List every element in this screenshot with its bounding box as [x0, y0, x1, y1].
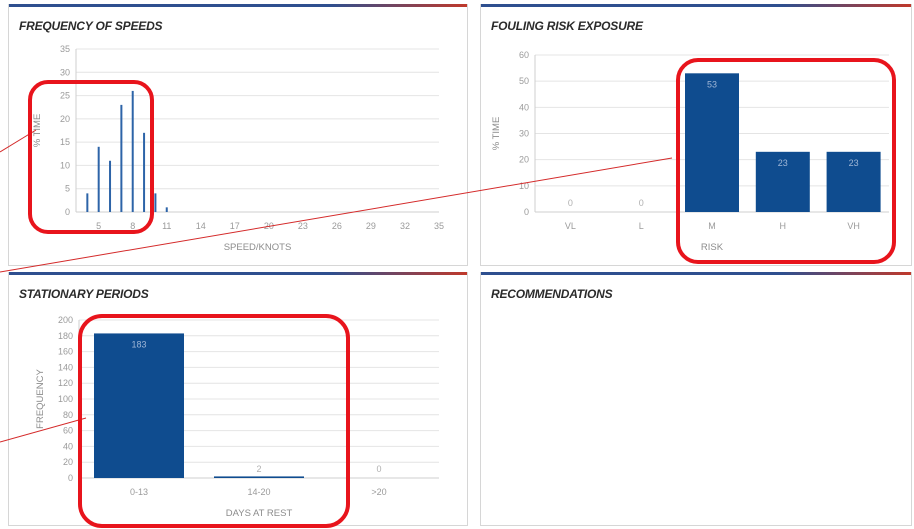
fouling-y-tick-label: 40 [519, 102, 529, 112]
fouling-data-label: 53 [707, 79, 717, 89]
speeds-bar [131, 90, 134, 212]
stationary-y-tick-label: 160 [58, 347, 73, 357]
recommendations-title: RECOMMENDATIONS [491, 287, 613, 301]
speeds-x-tick-label: 5 [96, 221, 101, 231]
stationary-y-tick-label: 60 [63, 426, 73, 436]
stationary-data-label: 0 [376, 464, 381, 474]
speeds-x-tick-label: 29 [366, 221, 376, 231]
fouling-y-tick-label: 10 [519, 181, 529, 191]
speeds-x-axis-title: SPEED/KNOTS [224, 242, 292, 253]
stationary-data-label: 2 [256, 464, 261, 474]
speeds-x-tick-label: 26 [332, 221, 342, 231]
speeds-bar [97, 146, 100, 212]
stationary-y-tick-label: 180 [58, 331, 73, 341]
speeds-x-tick-label: 35 [434, 221, 444, 231]
fouling-y-tick-label: 50 [519, 76, 529, 86]
fouling-x-tick-label: H [780, 221, 787, 231]
fouling-y-axis-title: % TIME [491, 117, 502, 151]
stationary-x-tick-label: 0-13 [130, 487, 148, 497]
speeds-x-tick-label: 32 [400, 221, 410, 231]
fouling-y-tick-label: 60 [519, 50, 529, 60]
fouling-data-label: 23 [849, 158, 859, 168]
stationary-bar [94, 333, 184, 478]
stationary-y-tick-label: 140 [58, 362, 73, 372]
stationary-y-tick-label: 0 [68, 473, 73, 483]
speeds-y-tick-label: 20 [60, 114, 70, 124]
speeds-y-tick-label: 15 [60, 137, 70, 147]
speeds-x-tick-label: 23 [298, 221, 308, 231]
fouling-x-tick-label: M [708, 221, 716, 231]
stationary-x-axis-title: DAYS AT REST [226, 508, 293, 519]
speeds-x-tick-label: 20 [264, 221, 274, 231]
stationary-y-tick-label: 40 [63, 441, 73, 451]
stationary-y-tick-label: 80 [63, 410, 73, 420]
stationary-y-tick-label: 20 [63, 457, 73, 467]
speeds-chart: 0 5 10 15 20 25 30 35 % TIME SPEED/KNOTS 5 8 11 14 17 2… [32, 44, 444, 253]
stationary-data-label: 183 [131, 339, 146, 349]
fouling-data-label: 23 [778, 158, 788, 168]
speeds-bar [143, 132, 146, 212]
speeds-y-tick-label: 5 [65, 184, 70, 194]
stationary-y-tick-label: 100 [58, 394, 73, 404]
speeds-x-tick-label: 17 [230, 221, 240, 231]
fouling-chart: 0 10 20 30 40 50 60 % TIME RISK 0 VL 0 L 53 M 23 H 23 VH [491, 50, 889, 253]
speeds-bar [120, 104, 123, 212]
stationary-chart: 020406080100120140160180200FREQUENCYDAYS… [35, 315, 439, 519]
stationary-x-tick-label: 14-20 [247, 487, 270, 497]
speeds-panel: FREQUENCY OF SPEEDS 0 5 10 15 20 25 30 35% TIME… [8, 4, 468, 266]
fouling-bar [685, 73, 739, 212]
speeds-x-tick-label: 11 [162, 221, 171, 231]
fouling-y-tick-label: 20 [519, 155, 529, 165]
speeds-bar [109, 160, 112, 212]
stationary-y-tick-label: 200 [58, 315, 73, 325]
speeds-x-tick-label: 8 [130, 221, 135, 231]
stationary-bar [214, 476, 304, 478]
stationary-y-axis-title: FREQUENCY [35, 369, 46, 429]
speeds-x-tick-label: 14 [196, 221, 206, 231]
speeds-y-tick-label: 35 [60, 44, 70, 54]
speeds-bar [154, 193, 157, 212]
fouling-data-label: 0 [639, 198, 644, 208]
speeds-bar [86, 193, 89, 212]
fouling-data-label: 0 [568, 198, 573, 208]
speeds-y-tick-label: 30 [60, 67, 70, 77]
fouling-panel: FOULING RISK EXPOSURE 0 10 20 30 40 50 60% TIM… [480, 4, 912, 266]
speeds-bar [165, 207, 168, 212]
speeds-y-tick-label: 25 [60, 91, 70, 101]
stationary-panel: STATIONARY PERIODS 0 20 40 60 80 100 120 140 160… [8, 272, 468, 526]
fouling-x-axis-title: RISK [701, 242, 724, 253]
stationary-x-tick-label: >20 [371, 487, 386, 497]
fouling-x-tick-label: L [639, 221, 644, 231]
fouling-y-tick-label: 0 [524, 207, 529, 217]
fouling-x-tick-label: VH [847, 221, 860, 231]
recommendations-panel: RECOMMENDATIONS [480, 272, 912, 526]
speeds-y-tick-label: 10 [60, 160, 70, 170]
speeds-y-tick-label: 0 [65, 207, 70, 217]
fouling-y-tick-label: 30 [519, 129, 529, 139]
fouling-x-tick-label: VL [565, 221, 576, 231]
speeds-y-axis-title: % TIME [32, 114, 43, 148]
stationary-y-tick-label: 120 [58, 378, 73, 388]
